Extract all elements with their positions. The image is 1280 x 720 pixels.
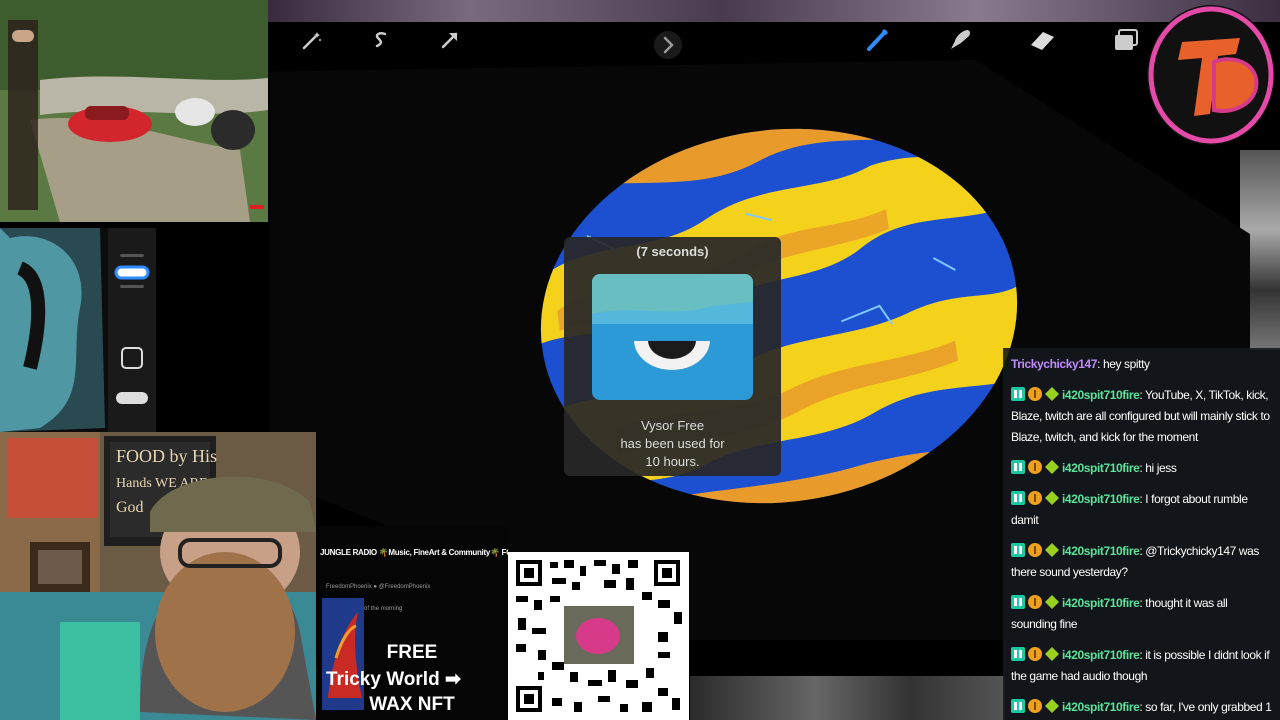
chat-username[interactable]: i420spit710fire [1062,461,1140,475]
opacity-slider[interactable] [112,380,152,416]
chat-username[interactable]: i420spit710fire [1062,544,1140,558]
chat-text: hey spitty [1102,357,1150,371]
streamer-webcam: FOOD by His Hands WE ARE God [0,432,316,720]
bits-badge-icon [1028,699,1042,713]
chat-username[interactable]: i420spit710fire [1062,700,1140,714]
vysor-dialog: (7 seconds) Vysor Free has been used for… [564,237,781,476]
gift-badge-icon [1011,647,1025,661]
stream-overlay: (7 seconds) Vysor Free has been used for… [0,0,1280,720]
selection-s-icon[interactable] [360,22,400,58]
diamond-badge-icon [1045,647,1059,661]
bits-badge-icon [1028,460,1042,474]
social-promo-panel: JUNGLE RADIO 🌴Music, FineArt & Community… [316,526,508,720]
wax-nft-label: WAX NFT [369,694,455,715]
adjustments-wand-icon[interactable] [292,22,332,58]
background-strip-top [268,0,1280,22]
diamond-badge-icon [1045,699,1059,713]
modify-button-icon[interactable] [112,340,152,376]
chat-username[interactable]: i420spit710fire [1062,648,1140,662]
tricky-world-label[interactable]: Tricky World ➡ [326,668,508,691]
qr-code[interactable] [508,552,689,720]
chat-username[interactable]: i420spit710fire [1062,388,1140,402]
diamond-badge-icon [1045,491,1059,505]
diamond-badge-icon [1045,387,1059,401]
vysor-app-name: Vysor Free [640,418,705,433]
chat-username[interactable]: i420spit710fire [1062,596,1140,610]
chat-message: i420spit710fire: I forgot about rumble d… [1011,489,1272,531]
chat-message: i420spit710fire: hi jess [1011,458,1272,479]
transform-arrow-icon[interactable] [430,22,470,58]
diamond-badge-icon [1045,460,1059,474]
tweet-author-line: FreedomPhoenix ● @FreedomPhoenix [326,584,431,590]
chat-message: Trickychicky147: hey spitty [1011,354,1272,375]
gift-badge-icon [1011,491,1025,505]
bits-badge-icon [1028,595,1042,609]
smudge-icon[interactable] [940,22,980,58]
chat-message: i420spit710fire: @Trickychicky147 was th… [1011,541,1272,583]
vysor-message-line: has been used for [620,436,725,451]
eraser-icon[interactable] [1022,22,1062,58]
vysor-message-line: 10 hours. [645,454,700,469]
free-label: FREE [386,642,438,663]
diamond-badge-icon [1045,543,1059,557]
diamond-badge-icon [1045,595,1059,609]
tricky-creations-logo [1144,2,1278,148]
bits-badge-icon [1028,543,1042,557]
svg-text:FOOD by His: FOOD by His [116,446,217,466]
chat-panel: Trickychicky147: hey spitty i420spit710fi… [1003,348,1280,720]
brush-size-slider[interactable] [112,252,152,288]
brush-icon[interactable] [858,22,898,58]
chat-message: i420spit710fire: it is possible I didnt … [1011,645,1272,687]
bits-badge-icon [1028,387,1042,401]
background-strip-bottom [690,676,1005,720]
gift-badge-icon [1011,595,1025,609]
chat-message: i420spit710fire: YouTube, X, TikTok, kic… [1011,385,1272,448]
chat-message: i420spit710fire: so far, I've only grabb… [1011,697,1272,720]
chat-username[interactable]: i420spit710fire [1062,492,1140,506]
countdown-text: (7 seconds) [636,244,709,259]
jungle-radio-header: JUNGLE RADIO 🌴Music, FineArt & Community… [320,548,508,557]
gift-badge-icon [1011,387,1025,401]
chat-text: hi jess [1145,461,1177,475]
layers-icon[interactable] [1106,22,1146,58]
svg-text:God: God [116,499,144,516]
chevron-right-icon[interactable] [648,27,688,63]
gift-badge-icon [1011,460,1025,474]
gift-badge-icon [1011,699,1025,713]
chat-message: i420spit710fire: thought it was all soun… [1011,593,1272,635]
chat-username[interactable]: Trickychicky147 [1011,357,1097,371]
vysor-logo-icon [592,274,753,400]
bits-badge-icon [1028,491,1042,505]
gift-badge-icon [1011,543,1025,557]
driveway-camera-feed [0,0,268,222]
bits-badge-icon [1028,647,1042,661]
